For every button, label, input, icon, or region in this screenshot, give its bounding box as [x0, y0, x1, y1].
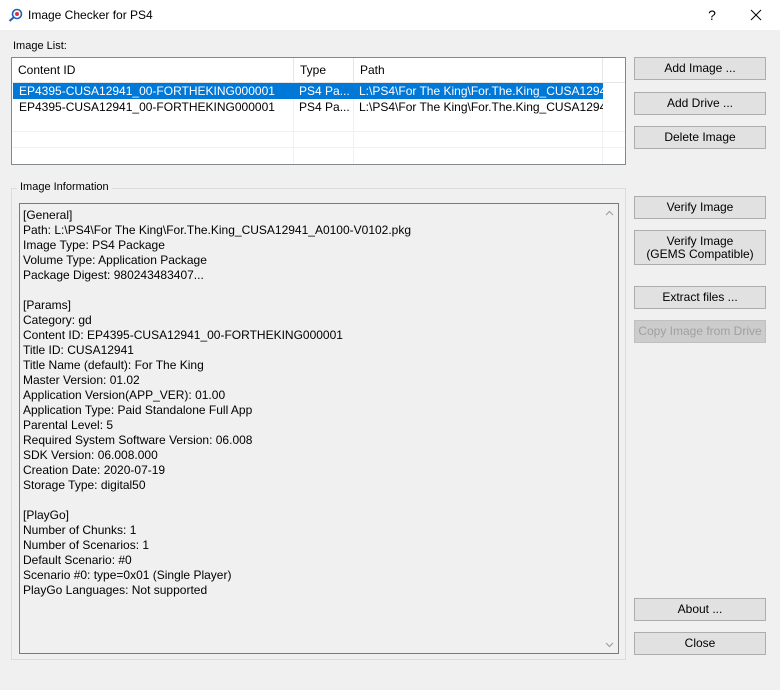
cell-path: L:\PS4\For The King\For.The.King_CUSA129… [359, 100, 603, 114]
copy-image-from-drive-button[interactable]: Copy Image from Drive [634, 320, 766, 343]
magnifier-app-icon [8, 8, 23, 22]
image-information-content: [General] Path: L:\PS4\For The King\For.… [23, 208, 412, 597]
cell-type: PS4 Pa... [299, 84, 350, 98]
title-bar: Image Checker for PS4 ? [0, 0, 780, 30]
chevron-up-icon [605, 210, 614, 215]
verify-image-gems-button[interactable]: Verify Image (GEMS Compatible) [634, 230, 766, 265]
image-information-text[interactable]: [General] Path: L:\PS4\For The King\For.… [19, 203, 619, 654]
scroll-down-button[interactable] [601, 636, 618, 653]
close-window-button[interactable] [734, 0, 778, 30]
verify-image-button[interactable]: Verify Image [634, 196, 766, 219]
add-image-button[interactable]: Add Image ... [634, 57, 766, 80]
row-divider [12, 147, 625, 148]
close-button[interactable]: Close [634, 632, 766, 655]
about-button[interactable]: About ... [634, 598, 766, 621]
image-list[interactable]: Content ID Type Path EP4395-CUSA12941_00… [11, 57, 626, 165]
table-row[interactable]: EP4395-CUSA12941_00-FORTHEKING000001 PS4… [13, 83, 603, 99]
scroll-up-button[interactable] [601, 204, 618, 221]
delete-image-button[interactable]: Delete Image [634, 126, 766, 149]
close-icon [750, 9, 762, 21]
add-drive-button[interactable]: Add Drive ... [634, 92, 766, 115]
column-header-path[interactable]: Path [354, 58, 603, 82]
chevron-down-icon [605, 642, 614, 647]
image-list-header: Content ID Type Path [12, 58, 625, 83]
cell-type: PS4 Pa... [299, 100, 350, 114]
cell-content-id: EP4395-CUSA12941_00-FORTHEKING000001 [19, 100, 275, 114]
image-information-label: Image Information [17, 181, 112, 193]
cell-content-id: EP4395-CUSA12941_00-FORTHEKING000001 [19, 84, 275, 98]
vertical-scrollbar[interactable] [601, 204, 618, 653]
help-icon: ? [708, 7, 716, 23]
column-header-type[interactable]: Type [294, 58, 354, 82]
help-button[interactable]: ? [690, 0, 734, 30]
table-row[interactable]: EP4395-CUSA12941_00-FORTHEKING000001 PS4… [13, 99, 603, 115]
column-header-content-id[interactable]: Content ID [12, 58, 294, 82]
extract-files-button[interactable]: Extract files ... [634, 286, 766, 309]
image-list-label: Image List: [13, 40, 67, 52]
row-divider [12, 131, 625, 132]
window-title: Image Checker for PS4 [28, 8, 153, 22]
cell-path: L:\PS4\For The King\For.The.King_CUSA129… [359, 84, 603, 98]
